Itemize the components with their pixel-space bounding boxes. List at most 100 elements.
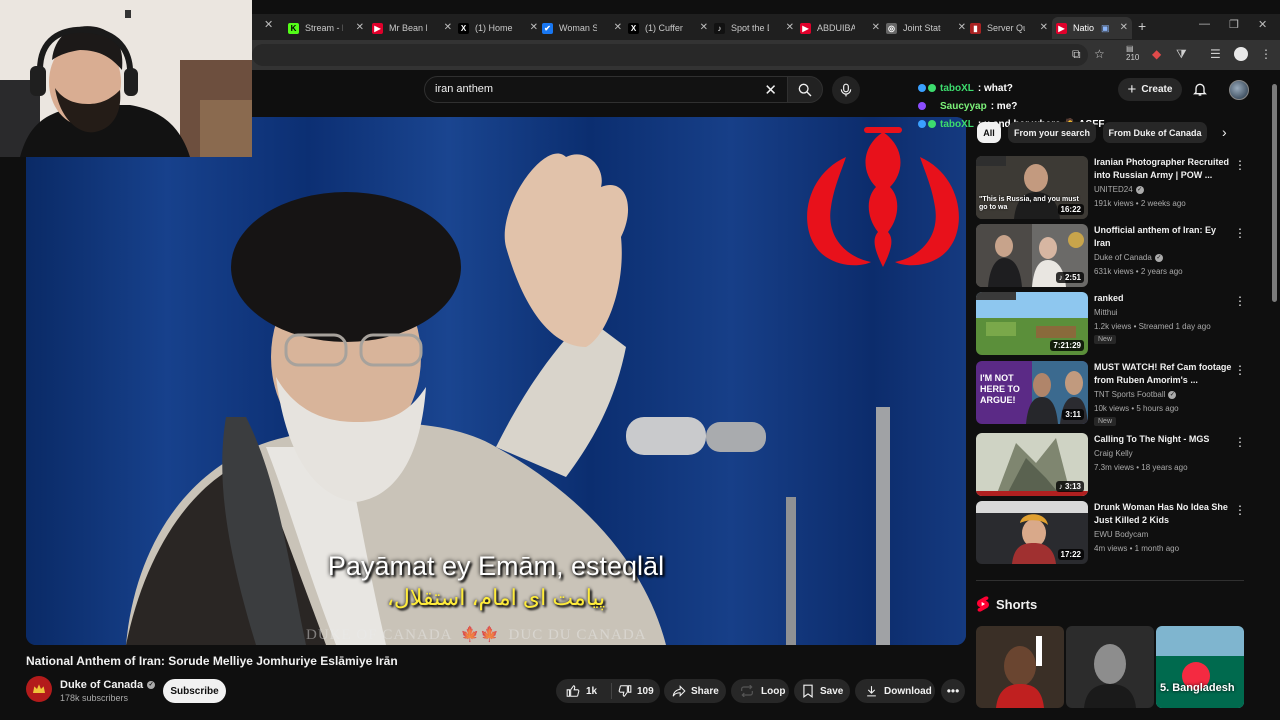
short-item[interactable] bbox=[976, 626, 1064, 708]
short-item[interactable] bbox=[1066, 626, 1154, 708]
channel-name[interactable]: Duke of Canada ✓ bbox=[60, 679, 156, 691]
save-button[interactable]: Save bbox=[794, 679, 850, 703]
recommendation-item[interactable]: I'M NOT HERE TO ARGUE! 3:11 MUST WATCH! … bbox=[976, 361, 1248, 426]
more-vertical-icon[interactable]: ⋮ bbox=[1234, 435, 1246, 449]
recommendation-item[interactable]: ♪ 3:13 Calling To The Night - MGS Craig … bbox=[976, 433, 1248, 497]
recommendation-title[interactable]: Unofficial anthem of Iran: Ey Iran bbox=[1094, 224, 1232, 250]
recommendation-channel[interactable]: TNT Sports Football ✓ bbox=[1094, 390, 1177, 399]
recommendation-title[interactable]: MUST WATCH! Ref Cam footage from Ruben A… bbox=[1094, 361, 1232, 387]
tab-close-icon[interactable]: ✕ bbox=[786, 22, 794, 33]
tab-close-icon[interactable]: ✕ bbox=[1040, 22, 1048, 33]
more-vertical-icon[interactable]: ⋮ bbox=[1234, 503, 1246, 517]
chip-all[interactable]: All bbox=[977, 122, 1001, 143]
channel-text[interactable]: Mitthui bbox=[1094, 308, 1118, 317]
tab-close-icon[interactable]: ✕ bbox=[872, 22, 880, 33]
browser-tab[interactable]: K Stream - K ✕ bbox=[288, 17, 368, 39]
search-button[interactable] bbox=[787, 76, 823, 103]
minimize-button[interactable]: — bbox=[1199, 18, 1210, 30]
browser-tab[interactable]: ▶ ABDUIBAR ✕ bbox=[800, 17, 884, 39]
video-thumbnail[interactable]: ♪ 3:13 bbox=[976, 433, 1088, 496]
video-thumbnail[interactable]: 7:21:29 bbox=[976, 292, 1088, 355]
channel-text[interactable]: Duke of Canada bbox=[1094, 253, 1152, 262]
tab-close-icon[interactable]: ✕ bbox=[614, 22, 622, 33]
recommendation-item[interactable]: 7:21:29 ranked Mitthui 1.2k views • Stre… bbox=[976, 292, 1248, 356]
account-avatar[interactable] bbox=[1229, 80, 1249, 100]
more-vertical-icon[interactable]: ⋮ bbox=[1234, 294, 1246, 308]
chat-username[interactable]: taboXL bbox=[940, 119, 974, 130]
like-button[interactable]: 1k bbox=[556, 683, 612, 699]
browser-tab-active[interactable]: ▶ Natio ▣ ✕ bbox=[1052, 17, 1132, 39]
browser-tab[interactable]: ▮ Server Qu ✕ bbox=[970, 17, 1052, 39]
download-button[interactable]: Download bbox=[855, 679, 935, 703]
tab-close-icon[interactable]: ✕ bbox=[1120, 22, 1128, 33]
search-query[interactable]: iran anthem bbox=[435, 83, 493, 95]
tab-search-icon[interactable]: ☰ bbox=[1210, 47, 1221, 61]
recommendation-title[interactable]: ranked bbox=[1094, 292, 1232, 305]
chevron-right-icon[interactable]: › bbox=[1222, 124, 1227, 140]
loop-button[interactable]: Loop bbox=[731, 679, 789, 703]
voice-search-button[interactable] bbox=[832, 76, 860, 104]
chat-username[interactable]: Saucyyap bbox=[940, 101, 987, 112]
browser-tab[interactable]: X (1) Cuffem ✕ bbox=[628, 17, 712, 39]
notifications-button[interactable] bbox=[1192, 80, 1208, 103]
browser-menu-icon[interactable]: ⋮ bbox=[1260, 47, 1272, 61]
channel-text[interactable]: TNT Sports Football bbox=[1094, 390, 1165, 399]
new-tab-button[interactable]: + bbox=[1138, 18, 1146, 34]
tab-close-icon[interactable]: ✕ bbox=[530, 22, 538, 33]
close-window-button[interactable]: ✕ bbox=[1258, 18, 1267, 31]
channel-avatar[interactable] bbox=[26, 676, 52, 702]
browser-tab[interactable]: X (1) Home / ✕ bbox=[458, 17, 542, 39]
video-thumbnail[interactable]: ♪ 2:51 bbox=[976, 224, 1088, 287]
video-player[interactable]: Payāmat ey Emām, esteqlāl پیامت ای امام،… bbox=[26, 117, 966, 645]
chip-from-your-search[interactable]: From your search bbox=[1008, 122, 1096, 143]
recommendation-title[interactable]: Calling To The Night - MGS bbox=[1094, 433, 1232, 446]
chat-username[interactable]: taboXL bbox=[940, 83, 974, 94]
bookmark-star-icon[interactable]: ☆ bbox=[1094, 47, 1105, 61]
screen-cast-icon[interactable]: ⧉ bbox=[1072, 47, 1081, 62]
browser-profile-avatar[interactable] bbox=[1234, 47, 1248, 61]
address-bar[interactable] bbox=[252, 44, 1088, 66]
tab-close-icon[interactable]: ✕ bbox=[356, 22, 364, 33]
tab-close-icon[interactable]: ✕ bbox=[700, 22, 708, 33]
extension-badge[interactable]: ▤ 210 bbox=[1126, 45, 1139, 63]
recommendation-title[interactable]: Drunk Woman Has No Idea She Just Killed … bbox=[1094, 501, 1232, 527]
search-input[interactable]: iran anthem ✕ bbox=[424, 76, 788, 103]
recommendation-channel[interactable]: UNITED24 ✓ bbox=[1094, 185, 1144, 194]
more-vertical-icon[interactable]: ⋮ bbox=[1234, 363, 1246, 377]
recommendation-item[interactable]: 17:22 Drunk Woman Has No Idea She Just K… bbox=[976, 501, 1248, 565]
recommendation-title[interactable]: Iranian Photographer Recruited into Russ… bbox=[1094, 156, 1232, 182]
browser-tab[interactable]: ▶ Mr Bean M ✕ bbox=[372, 17, 456, 39]
channel-name-text[interactable]: Duke of Canada bbox=[60, 679, 143, 691]
video-thumbnail[interactable]: "This is Russia, and you must go to wa 1… bbox=[976, 156, 1088, 219]
chip-from-channel[interactable]: From Duke of Canada bbox=[1103, 122, 1207, 143]
recommendation-channel[interactable]: EWU Bodycam bbox=[1094, 530, 1148, 539]
browser-tab[interactable]: ◎ Joint State ✕ bbox=[886, 17, 970, 39]
subscribe-button[interactable]: Subscribe bbox=[163, 679, 226, 703]
recommendation-channel[interactable]: Duke of Canada ✓ bbox=[1094, 253, 1163, 262]
share-button[interactable]: Share bbox=[664, 679, 726, 703]
channel-text[interactable]: EWU Bodycam bbox=[1094, 530, 1148, 539]
browser-tab[interactable]: ♪ Spot the D ✕ bbox=[714, 17, 798, 39]
more-actions-button[interactable]: ••• bbox=[941, 679, 965, 703]
video-thumbnail[interactable]: I'M NOT HERE TO ARGUE! 3:11 bbox=[976, 361, 1088, 424]
scrollbar-thumb[interactable] bbox=[1272, 84, 1277, 302]
extension-icon[interactable]: ◆ bbox=[1152, 47, 1161, 61]
tab-close-icon[interactable]: ✕ bbox=[264, 18, 273, 31]
tab-close-icon[interactable]: ✕ bbox=[444, 22, 452, 33]
browser-tab[interactable]: ✔ Woman Sh ✕ bbox=[542, 17, 626, 39]
extensions-puzzle-icon[interactable]: ⧩ bbox=[1176, 47, 1187, 62]
tab-close-icon[interactable]: ✕ bbox=[958, 22, 966, 33]
short-item[interactable]: 5. Bangladesh bbox=[1156, 626, 1244, 708]
restore-button[interactable]: ❐ bbox=[1229, 18, 1239, 31]
recommendation-item[interactable]: ♪ 2:51 Unofficial anthem of Iran: Ey Ira… bbox=[976, 224, 1248, 288]
recommendation-item[interactable]: "This is Russia, and you must go to wa 1… bbox=[976, 156, 1248, 220]
recommendation-channel[interactable]: Craig Kelly bbox=[1094, 449, 1133, 458]
more-vertical-icon[interactable]: ⋮ bbox=[1234, 226, 1246, 240]
more-vertical-icon[interactable]: ⋮ bbox=[1234, 158, 1246, 172]
video-thumbnail[interactable]: 17:22 bbox=[976, 501, 1088, 564]
channel-text[interactable]: UNITED24 bbox=[1094, 185, 1133, 194]
clear-search-icon[interactable]: ✕ bbox=[764, 81, 777, 99]
channel-text[interactable]: Craig Kelly bbox=[1094, 449, 1133, 458]
dislike-button[interactable]: 109 bbox=[612, 684, 654, 698]
recommendation-channel[interactable]: Mitthui bbox=[1094, 308, 1118, 317]
